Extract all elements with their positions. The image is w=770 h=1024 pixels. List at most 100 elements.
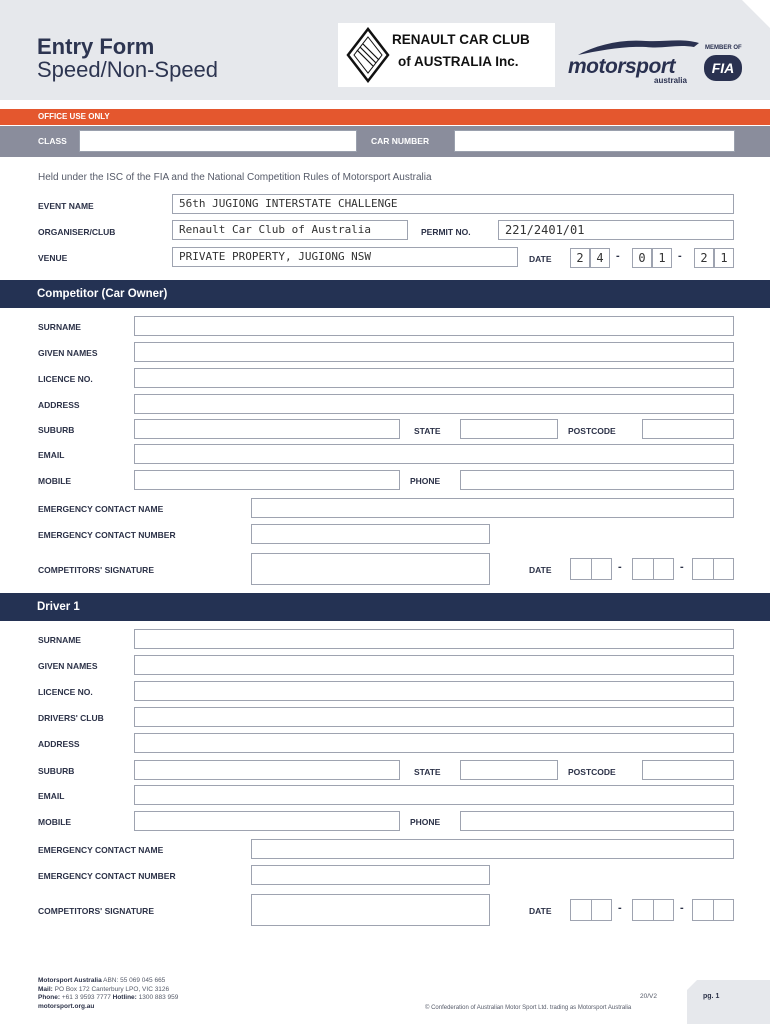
driver1-drivers-club-label: DRIVERS' CLUB <box>38 713 104 723</box>
event-date-day-2[interactable]: 4 <box>590 248 610 268</box>
event-name-field[interactable]: 56th JUGIONG INTERSTATE CHALLENGE <box>172 194 734 214</box>
event-date-day-1[interactable]: 2 <box>570 248 590 268</box>
competitor-suburb-label: SUBURB <box>38 425 75 435</box>
venue-field[interactable]: PRIVATE PROPERTY, JUGIONG NSW <box>172 247 518 267</box>
driver1-signature-label: COMPETITORS' SIGNATURE <box>38 906 154 916</box>
competitor-date-sep-2: - <box>680 561 684 573</box>
driver1-postcode-label: POSTCODE <box>568 767 616 777</box>
driver1-surname-field[interactable] <box>134 629 734 649</box>
driver1-suburb-field[interactable] <box>134 760 400 780</box>
event-date-month-1[interactable]: 0 <box>632 248 652 268</box>
competitor-email-field[interactable] <box>134 444 734 464</box>
driver1-mobile-field[interactable] <box>134 811 400 831</box>
driver1-email-label: EMAIL <box>38 791 65 801</box>
footer-phone: +61 3 9593 7777 <box>60 994 113 1002</box>
class-label: CLASS <box>38 136 67 146</box>
driver1-given-names-label: GIVEN NAMES <box>38 661 98 671</box>
organiser-field[interactable]: Renault Car Club of Australia <box>172 220 408 240</box>
driver1-signature-field[interactable] <box>251 894 490 926</box>
event-name-label: EVENT NAME <box>38 201 94 211</box>
competitor-postcode-field[interactable] <box>642 419 734 439</box>
car-number-field[interactable] <box>454 130 735 152</box>
competitor-licence-field[interactable] <box>134 368 734 388</box>
driver1-state-field[interactable] <box>460 760 558 780</box>
driver1-emergency-number-field[interactable] <box>251 865 490 885</box>
footer-copyright: © Confederation of Australian Motor Spor… <box>425 1005 632 1011</box>
driver1-suburb-label: SUBURB <box>38 766 75 776</box>
form-subtitle: Speed/Non-Speed <box>37 57 219 82</box>
page-fold-corner <box>687 980 697 990</box>
driver1-drivers-club-field[interactable] <box>134 707 734 727</box>
competitor-date-year[interactable] <box>692 558 734 580</box>
competitor-emergency-number-field[interactable] <box>251 524 490 544</box>
driver1-given-names-field[interactable] <box>134 655 734 675</box>
competitor-mobile-field[interactable] <box>134 470 400 490</box>
driver1-postcode-field[interactable] <box>642 760 734 780</box>
driver1-address-label: ADDRESS <box>38 739 80 749</box>
competitor-licence-label: LICENCE NO. <box>38 374 93 384</box>
office-use-row: CLASS CAR NUMBER <box>0 126 770 157</box>
competitor-signature-label: COMPETITORS' SIGNATURE <box>38 565 154 575</box>
competitor-date-month[interactable] <box>632 558 674 580</box>
driver1-email-field[interactable] <box>134 785 734 805</box>
footer-org-name: Motorsport Australia <box>38 977 102 984</box>
class-field[interactable] <box>79 130 357 152</box>
driver1-emergency-name-label: EMERGENCY CONTACT NAME <box>38 845 164 855</box>
footer-version: 20/V2 <box>640 993 657 1000</box>
race-car-silhouette-icon <box>578 40 699 55</box>
event-date-sep-2: - <box>678 250 682 262</box>
driver1-licence-label: LICENCE NO. <box>38 687 93 697</box>
competitor-emergency-number-label: EMERGENCY CONTACT NUMBER <box>38 530 176 540</box>
competitor-emergency-name-field[interactable] <box>251 498 734 518</box>
footer-mail-label: Mail: <box>38 985 53 993</box>
car-number-label: CAR NUMBER <box>371 136 430 146</box>
driver1-phone-field[interactable] <box>460 811 734 831</box>
competitor-date-day[interactable] <box>570 558 612 580</box>
footer-phone-label: Phone: <box>38 994 61 1002</box>
driver1-address-field[interactable] <box>134 733 734 753</box>
competitor-address-label: ADDRESS <box>38 400 80 410</box>
office-use-bar: OFFICE USE ONLY <box>0 109 770 125</box>
event-date-year-1[interactable]: 2 <box>694 248 714 268</box>
driver1-surname-label: SURNAME <box>38 635 81 645</box>
competitor-state-label: STATE <box>414 426 441 436</box>
driver1-date-label: DATE <box>529 906 552 916</box>
footer-contact: Motorsport Australia ABN: 55 069 045 665… <box>38 977 178 1012</box>
rcc-logo-line2: of AUSTRALIA Inc. <box>398 54 519 69</box>
footer-hotline-label: Hotline: <box>112 994 137 1002</box>
permit-field[interactable]: 221/2401/01 <box>498 220 734 240</box>
rcc-logo-line1: RENAULT CAR CLUB <box>392 32 530 47</box>
event-date-year-2[interactable]: 1 <box>714 248 734 268</box>
fia-member-label: MEMBER OF <box>705 45 742 51</box>
competitor-surname-label: SURNAME <box>38 322 81 332</box>
competitor-phone-field[interactable] <box>460 470 734 490</box>
competitor-given-names-label: GIVEN NAMES <box>38 348 98 358</box>
footer-mail: PO Box 172 Canterbury LPO, VIC 3126 <box>52 985 170 993</box>
driver1-phone-label: PHONE <box>410 817 441 827</box>
driver1-licence-field[interactable] <box>134 681 734 701</box>
competitor-signature-field[interactable] <box>251 553 490 585</box>
footer-hotline: 1300 883 959 <box>136 994 179 1002</box>
competitor-surname-field[interactable] <box>134 316 734 336</box>
driver1-date-day[interactable] <box>570 899 612 921</box>
competitor-section-header: Competitor (Car Owner) <box>0 280 770 308</box>
competitor-address-field[interactable] <box>134 394 734 414</box>
driver1-state-label: STATE <box>414 767 441 777</box>
competitor-mobile-label: MOBILE <box>38 476 72 486</box>
competitor-phone-label: PHONE <box>410 476 441 486</box>
driver1-date-year[interactable] <box>692 899 734 921</box>
driver1-date-month[interactable] <box>632 899 674 921</box>
page-number: pg. 1 <box>703 993 720 1000</box>
driver1-emergency-name-field[interactable] <box>251 839 734 859</box>
event-date-month-2[interactable]: 1 <box>652 248 672 268</box>
competitor-date-sep-1: - <box>618 561 622 573</box>
renault-diamond-emblem <box>346 27 390 83</box>
intro-text: Held under the ISC of the FIA and the Na… <box>38 172 432 183</box>
event-date-sep-1: - <box>616 250 620 262</box>
competitor-given-names-field[interactable] <box>134 342 734 362</box>
organiser-label: ORGANISER/CLUB <box>38 227 116 237</box>
footer-website-link[interactable]: motorsport.org.au <box>38 1003 94 1010</box>
competitor-suburb-field[interactable] <box>134 419 400 439</box>
motorsport-australia-logo: motorsport australia <box>568 35 703 87</box>
competitor-state-field[interactable] <box>460 419 558 439</box>
